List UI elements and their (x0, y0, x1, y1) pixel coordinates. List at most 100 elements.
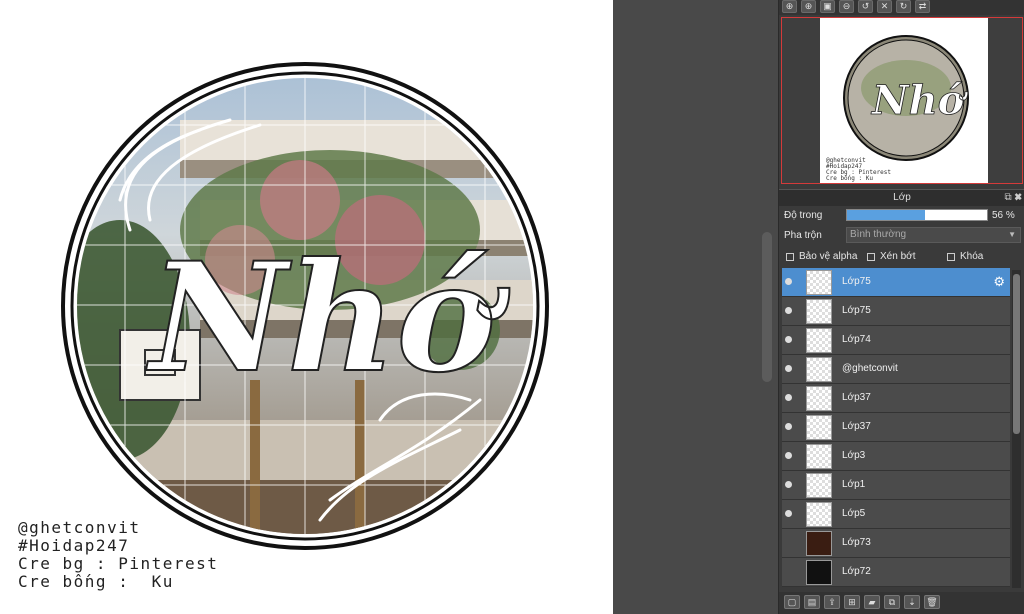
visibility-icon[interactable] (785, 394, 792, 401)
layer-name: Lớp5 (842, 508, 866, 519)
gear-icon[interactable]: ⚙ (993, 274, 1005, 290)
vertical-scrollbar[interactable] (762, 232, 772, 382)
layer-row[interactable]: Lớp75 ⚙ (782, 268, 1010, 297)
opacity-value: 56 % (992, 210, 1015, 221)
visibility-icon[interactable] (785, 539, 792, 546)
new-layer-from-icon[interactable]: ▤ (804, 595, 820, 609)
layer-row[interactable]: Lớp73 (782, 529, 1010, 558)
layer-thumbnail (806, 502, 832, 527)
layer-thumbnail (806, 386, 832, 411)
layer-name: Lớp37 (842, 421, 871, 432)
add-menu-icon[interactable]: ⊞ (844, 595, 860, 609)
navigator-preview[interactable]: Nhớ @ghetconvit #Hoidap247 Cre bg : Pint… (781, 17, 1023, 184)
reset-icon[interactable]: ✕ (877, 0, 892, 13)
navigator-page: Nhớ @ghetconvit #Hoidap247 Cre bg : Pint… (820, 18, 988, 183)
layer-list-scrollbar[interactable] (1012, 270, 1021, 588)
visibility-icon[interactable] (785, 307, 792, 314)
layer-thumbnail (806, 531, 832, 556)
title-lettering: Nhớ (146, 230, 510, 406)
right-panel: ⊕ ⊕ ▣ ⊖ ↺ ✕ ↻ ⇄ Nhớ @ghetconvit #Hoidap2… (778, 0, 1024, 614)
layer-name: Lớp1 (842, 479, 866, 490)
chevron-down-icon: ▼ (1008, 230, 1016, 239)
rotate-left-icon[interactable]: ↺ (858, 0, 873, 13)
checkbox-box (947, 252, 955, 261)
visibility-icon[interactable] (785, 452, 792, 459)
layer-row[interactable]: Lớp37 (782, 384, 1010, 413)
canvas-area[interactable]: Nhớ @ghetconvit #Hoidap247 Cre bg : Pint… (0, 0, 613, 614)
new-layer-icon[interactable]: ▢ (784, 595, 800, 609)
checkbox-box (867, 252, 875, 261)
popout-icon[interactable]: ⧉ (1004, 192, 1011, 203)
layer-row[interactable]: Lớp75 (782, 297, 1010, 326)
blend-mode-value: Bình thường (850, 229, 907, 240)
merge-icon[interactable]: ⇣ (904, 595, 920, 609)
layer-thumbnail (806, 299, 832, 324)
visibility-icon[interactable] (785, 510, 792, 517)
layer-row[interactable]: Lớp5 (782, 500, 1010, 529)
layer-thumbnail (806, 328, 832, 353)
layer-name: Lớp74 (842, 334, 871, 345)
layer-row[interactable]: Lớp1 (782, 471, 1010, 500)
checkbox-label: Xén bớt (880, 251, 916, 262)
visibility-icon[interactable] (785, 336, 792, 343)
blend-label: Pha trộn (784, 230, 822, 241)
import-icon[interactable]: ⇪ (824, 595, 840, 609)
visibility-icon[interactable] (785, 481, 792, 488)
fit-icon[interactable]: ▣ (820, 0, 835, 13)
protect-alpha-checkbox[interactable]: Bảo vệ alpha (786, 251, 857, 262)
folder-icon[interactable]: ▰ (864, 595, 880, 609)
credit-line: Cre bống : Ku (826, 175, 873, 182)
opacity-slider[interactable] (846, 209, 988, 221)
layer-thumbnail (806, 270, 832, 295)
zoom-in-icon[interactable]: ⊕ (801, 0, 816, 13)
layer-row[interactable]: Lớp37 (782, 413, 1010, 442)
credit-line: Cre bống : Ku (18, 572, 174, 591)
layer-name: Lớp75 (842, 305, 871, 316)
delete-icon[interactable]: 🗑 (924, 595, 940, 609)
flip-icon[interactable]: ⇄ (915, 0, 930, 13)
layer-thumbnail (806, 560, 832, 585)
opacity-label: Độ trong (784, 210, 823, 221)
credit-line: @ghetconvit (18, 518, 141, 537)
layer-name: Lớp3 (842, 450, 866, 461)
credit-line: Cre bg : Pinterest (18, 554, 219, 573)
layer-name: Lớp75 (842, 276, 871, 287)
visibility-icon[interactable] (785, 423, 792, 430)
visibility-icon[interactable] (785, 568, 792, 575)
layer-name: @ghetconvit (842, 363, 898, 374)
zoom-in-icon[interactable]: ⊕ (782, 0, 797, 13)
rotate-right-icon[interactable]: ↻ (896, 0, 911, 13)
checkbox-box (786, 252, 794, 261)
layer-bottom-toolbar: ▢ ▤ ⇪ ⊞ ▰ ⧉ ⇣ 🗑 (779, 592, 1024, 614)
layer-row[interactable]: Lớp3 (782, 442, 1010, 471)
navigator-credits: @ghetconvit #Hoidap247 Cre bg : Pinteres… (826, 158, 891, 182)
credits-text: @ghetconvit #Hoidap247 Cre bg : Pinteres… (18, 519, 218, 591)
zoom-out-icon[interactable]: ⊖ (839, 0, 854, 13)
visibility-icon[interactable] (785, 365, 792, 372)
blend-mode-select[interactable]: Bình thường ▼ (846, 227, 1021, 243)
layer-name: Lớp37 (842, 392, 871, 403)
navigator-toolbar: ⊕ ⊕ ▣ ⊖ ↺ ✕ ↻ ⇄ (779, 0, 1024, 15)
clip-checkbox[interactable]: Xén bớt (867, 251, 915, 262)
layer-panel-header: Lớp ⧉ ✖ (779, 189, 1024, 206)
layer-thumbnail (806, 444, 832, 469)
lock-checkbox[interactable]: Khóa (947, 251, 983, 262)
layer-list: Lớp75 ⚙ Lớp75 Lớp74 @ghetconvit Lớp37 Lớp37 Lớp… (782, 268, 1010, 590)
layer-name: Lớp72 (842, 566, 871, 577)
layer-thumbnail (806, 357, 832, 382)
checkbox-label: Khóa (960, 251, 984, 262)
layer-panel-title: Lớp (893, 192, 911, 203)
navigator-title-lettering: Nhớ (870, 77, 969, 124)
layer-row[interactable]: Lớp72 (782, 558, 1010, 587)
layer-thumbnail (806, 473, 832, 498)
opacity-fill (847, 210, 926, 220)
layer-row[interactable]: @ghetconvit (782, 355, 1010, 384)
credit-line: #Hoidap247 (18, 536, 130, 555)
close-icon[interactable]: ✖ (1014, 192, 1022, 203)
layer-row[interactable]: Lớp74 (782, 326, 1010, 355)
duplicate-icon[interactable]: ⧉ (884, 595, 900, 609)
visibility-icon[interactable] (785, 278, 792, 285)
scroll-thumb[interactable] (1013, 274, 1020, 434)
workspace-gutter (613, 0, 778, 614)
layer-thumbnail (806, 415, 832, 440)
